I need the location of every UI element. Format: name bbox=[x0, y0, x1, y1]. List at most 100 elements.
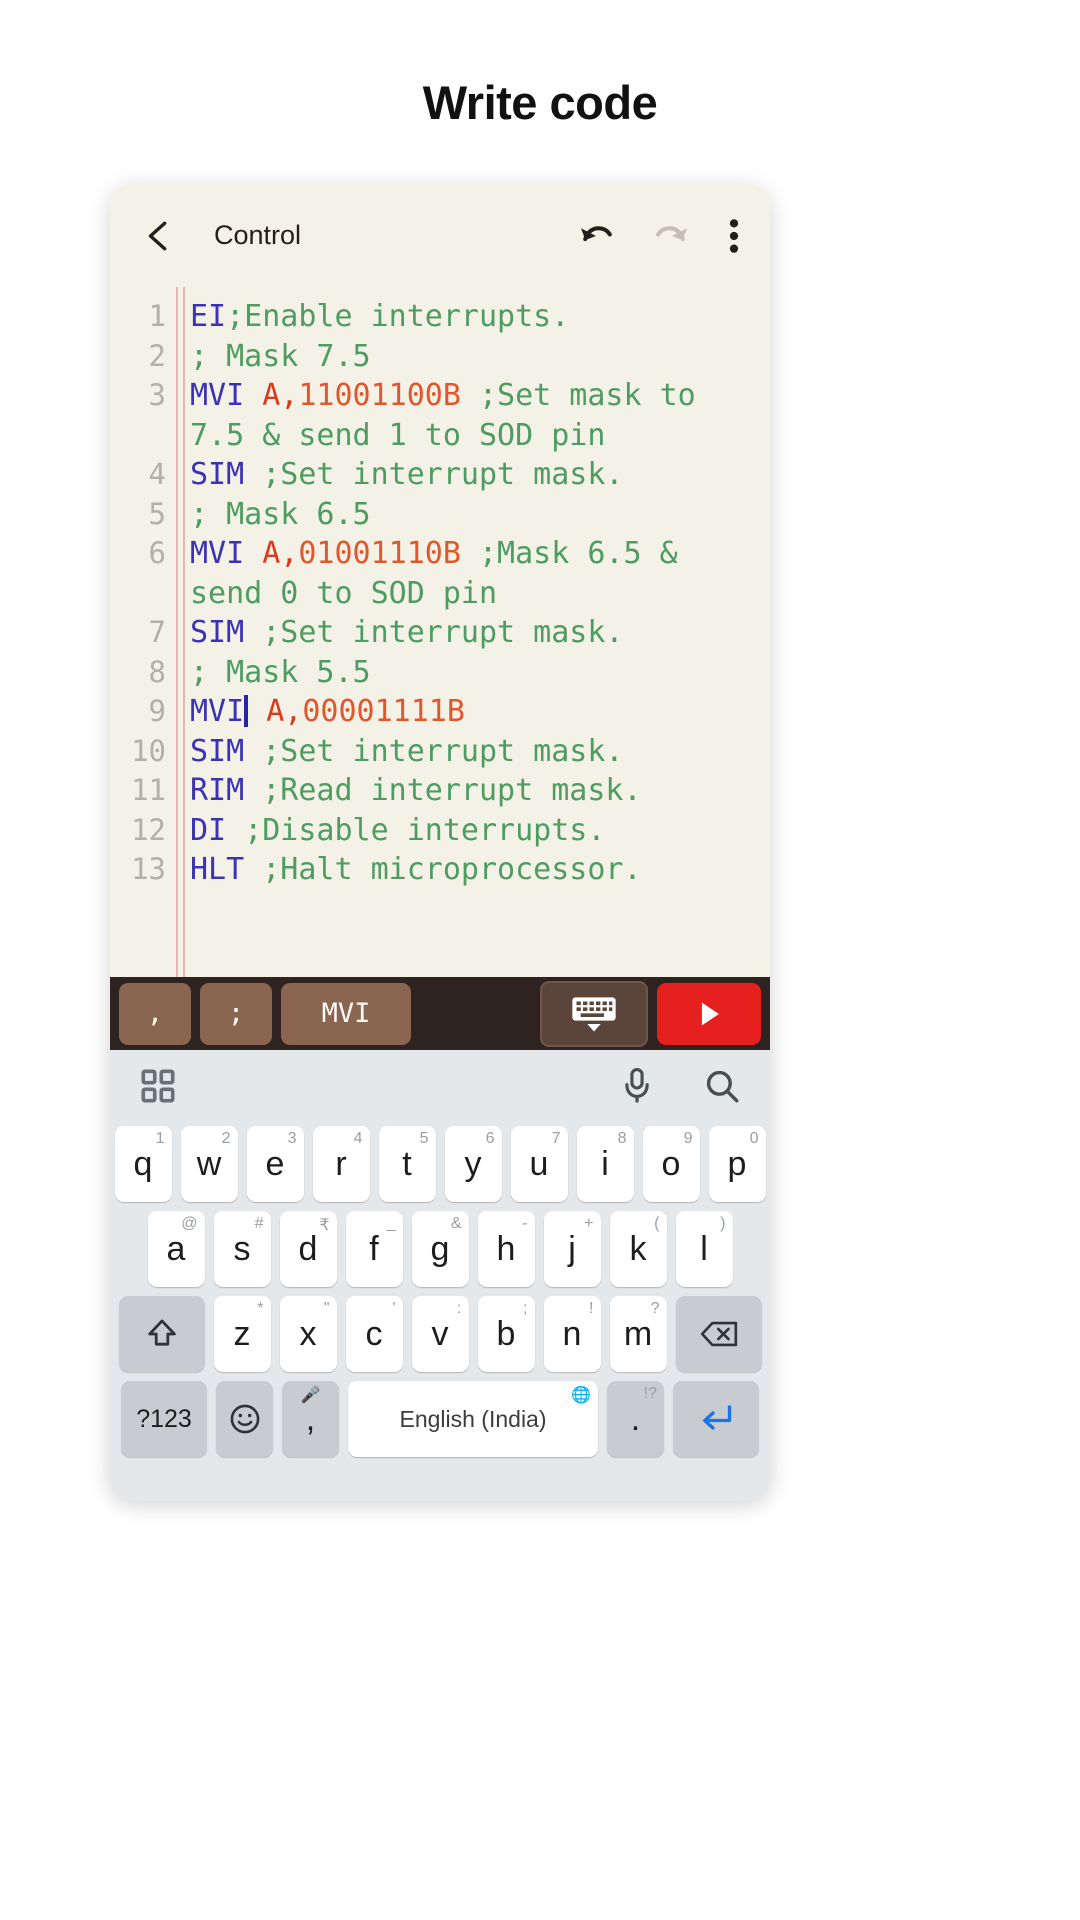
key-sup: 4 bbox=[353, 1130, 363, 1147]
voice-input-button[interactable] bbox=[622, 1067, 652, 1110]
key-l[interactable]: ) l bbox=[675, 1211, 733, 1287]
key-sup: ! bbox=[589, 1300, 594, 1317]
line-number: 2 bbox=[148, 338, 166, 373]
code-keyword: SIM bbox=[190, 733, 245, 769]
key-m[interactable]: ? m bbox=[609, 1296, 667, 1372]
redo-icon bbox=[656, 225, 688, 241]
code-comment: ; Mask 7.5 bbox=[190, 338, 371, 374]
key-w[interactable]: 2w bbox=[180, 1126, 238, 1202]
key-label: l bbox=[700, 1229, 708, 1268]
backspace-icon bbox=[700, 1321, 737, 1347]
code-line: HLT ;Halt microprocessor. bbox=[190, 850, 766, 890]
line-number: 3 bbox=[148, 378, 166, 412]
hide-keyboard-button[interactable] bbox=[540, 980, 648, 1047]
key-b[interactable]: ; b bbox=[477, 1296, 535, 1372]
editor-file-title: Control bbox=[214, 220, 302, 250]
microphone-icon bbox=[625, 1067, 649, 1102]
code-keyword: EI bbox=[190, 299, 227, 334]
key-d[interactable]: ₹ d bbox=[279, 1211, 337, 1287]
key-g[interactable]: & g bbox=[411, 1211, 469, 1287]
key-n[interactable]: ! n bbox=[543, 1296, 601, 1372]
text-cursor bbox=[244, 695, 249, 727]
key-f[interactable]: _ f bbox=[345, 1211, 403, 1287]
key-sup: & bbox=[450, 1215, 462, 1232]
key-sup: ( bbox=[654, 1215, 660, 1232]
emoji-key[interactable] bbox=[216, 1381, 273, 1457]
key-label: g bbox=[430, 1229, 450, 1268]
redo-button[interactable] bbox=[652, 219, 692, 253]
key-u[interactable]: 7u bbox=[510, 1126, 568, 1202]
line-number: 9 bbox=[148, 694, 166, 728]
key-sup: _ bbox=[386, 1215, 396, 1232]
line-number: 6 bbox=[148, 536, 166, 570]
key-j[interactable]: + j bbox=[543, 1211, 601, 1287]
key-a[interactable]: @ a bbox=[147, 1211, 205, 1287]
code-line: SIM ;Set interrupt mask. bbox=[190, 613, 766, 653]
key-label: . bbox=[630, 1399, 641, 1438]
key-label: n bbox=[562, 1314, 582, 1353]
key-q[interactable]: 1q bbox=[114, 1126, 172, 1202]
key-c[interactable]: ' c bbox=[345, 1296, 403, 1372]
key-o[interactable]: 9o bbox=[642, 1126, 700, 1202]
key-label: o bbox=[661, 1144, 681, 1183]
enter-return-icon bbox=[703, 1405, 732, 1430]
keyboard-search-button[interactable] bbox=[704, 1068, 740, 1109]
space-key[interactable]: 🌐 English (India) bbox=[348, 1381, 598, 1457]
key-sup: ' bbox=[392, 1300, 396, 1317]
overflow-menu-button[interactable] bbox=[728, 217, 740, 255]
key-sup: * bbox=[257, 1300, 264, 1317]
code-keyword: MVI bbox=[190, 536, 245, 571]
enter-key[interactable] bbox=[673, 1381, 759, 1457]
key-sup: ? bbox=[650, 1300, 660, 1317]
code-line: RIM ;Read interrupt mask. bbox=[190, 771, 766, 811]
key-label: j bbox=[568, 1229, 576, 1268]
key-e[interactable]: 3e bbox=[246, 1126, 304, 1202]
comma-key[interactable]: 🎤 , bbox=[282, 1381, 339, 1457]
suggestion-chip-semicolon[interactable]: ; bbox=[200, 982, 272, 1045]
key-sup: ₹ bbox=[319, 1217, 330, 1234]
key-label: e bbox=[265, 1144, 285, 1183]
keyboard-grid-button[interactable] bbox=[140, 1068, 176, 1109]
key-label: t bbox=[402, 1144, 412, 1183]
key-label: c bbox=[365, 1314, 383, 1353]
code-operand: A, bbox=[266, 694, 303, 729]
line-number: 7 bbox=[148, 615, 166, 649]
key-r[interactable]: 4r bbox=[312, 1126, 370, 1202]
code-editor[interactable]: 1 2 3 4 5 6 7 8 9 10 11 12 13 EI;Enable … bbox=[110, 287, 770, 977]
code-comment: ;Disable interrupts. bbox=[244, 812, 606, 848]
code-line: MVI A,11001100B ;Set mask to 7.5 & send … bbox=[190, 376, 766, 455]
code-keyword: RIM bbox=[190, 773, 245, 808]
code-text[interactable]: EI;Enable interrupts. ; Mask 7.5 MVI A,1… bbox=[190, 297, 766, 890]
key-i[interactable]: 8i bbox=[576, 1126, 634, 1202]
key-x[interactable]: " x bbox=[279, 1296, 337, 1372]
key-label: s bbox=[233, 1229, 251, 1268]
key-s[interactable]: # s bbox=[213, 1211, 271, 1287]
run-code-button[interactable] bbox=[657, 982, 761, 1045]
key-h[interactable]: -h bbox=[477, 1211, 535, 1287]
code-line: EI;Enable interrupts. bbox=[190, 297, 766, 337]
key-label: d bbox=[298, 1229, 318, 1268]
key-t[interactable]: 5t bbox=[378, 1126, 436, 1202]
key-v[interactable]: :v bbox=[411, 1296, 469, 1372]
code-line: ; Mask 7.5 bbox=[190, 337, 766, 377]
code-line: DI ;Disable interrupts. bbox=[190, 811, 766, 851]
key-z[interactable]: * z bbox=[213, 1296, 271, 1372]
suggestion-chip-comma[interactable]: , bbox=[119, 982, 191, 1045]
key-y[interactable]: 6y bbox=[444, 1126, 502, 1202]
code-comment: ;Set interrupt mask. bbox=[262, 457, 624, 492]
key-p[interactable]: 0p bbox=[708, 1126, 766, 1202]
key-k[interactable]: (k bbox=[609, 1211, 667, 1287]
key-label: w bbox=[196, 1144, 222, 1183]
period-key[interactable]: !? . bbox=[607, 1381, 664, 1457]
back-button[interactable] bbox=[128, 217, 190, 255]
suggestion-chip-mvi[interactable]: MVI bbox=[281, 982, 411, 1045]
key-sup: - bbox=[522, 1215, 528, 1232]
undo-button[interactable] bbox=[576, 219, 616, 253]
symbols-key[interactable]: ?123 bbox=[121, 1381, 207, 1457]
code-line: MVI A,00001111B bbox=[190, 692, 766, 732]
shift-key[interactable] bbox=[118, 1296, 205, 1372]
key-label: u bbox=[529, 1144, 549, 1183]
backspace-key[interactable] bbox=[675, 1296, 762, 1372]
key-label: y bbox=[464, 1144, 482, 1183]
code-keyword: HLT bbox=[190, 852, 245, 887]
